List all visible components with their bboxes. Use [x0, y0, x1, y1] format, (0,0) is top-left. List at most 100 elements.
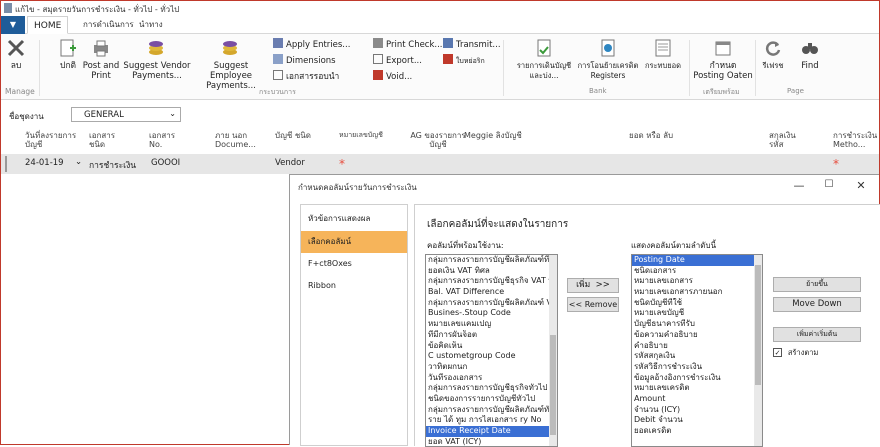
available-column-item[interactable]: ราย ได้ ทูม การไสเอกสาร ry No [426, 415, 557, 426]
shown-column-item[interactable]: Debit จำนวน [632, 415, 762, 426]
move-down-button[interactable]: Move Down [773, 297, 861, 312]
export-button[interactable]: Export... [373, 54, 422, 66]
bank-recon-button[interactable]: รายการเดินบัญชีและบ่ง... [513, 38, 575, 81]
shown-column-item[interactable]: ข้อมูลอ้างอิงการชำระเงิน [632, 373, 762, 384]
shown-list[interactable]: Posting Date ชนิดเอกสาร หมายเลขเอกสาร หมายเ… [631, 254, 763, 447]
available-column-item[interactable]: Bal. VAT Difference [426, 287, 557, 298]
available-column-item[interactable]: กลุ่มการลงรายการบัญชีผลิตภัณฑ์ที่ปรับปรุ… [426, 255, 557, 266]
available-column-item[interactable]: วันที่รองเอกสาร [426, 373, 557, 384]
dimensions-button[interactable]: Dimensions [273, 54, 336, 66]
available-column-item[interactable]: ยอดเงิน VAT ทิศล [426, 266, 557, 277]
cell-doc-type[interactable]: การชำระเงิน [89, 158, 136, 172]
col-amount[interactable]: ยอด หรือ ลับ [629, 131, 699, 140]
bank-statement-button[interactable]: กระทบยอด [641, 38, 685, 71]
checkbox-checked[interactable]: ✓ [773, 348, 782, 357]
cell-doc-no[interactable]: GOOOI [151, 158, 180, 168]
available-column-item[interactable]: ยอด VAT (ICY) [426, 437, 557, 446]
tab-navigate[interactable]: นำทาง [133, 16, 169, 34]
tab-actions[interactable]: การดำเนินการ [77, 16, 140, 34]
incoming-docs-button[interactable]: เอกสารรอบนำ [273, 70, 339, 82]
batch-select[interactable]: GENERAL ⌄ [71, 107, 181, 122]
shown-column-item[interactable]: ชนิดบัญชีที่ใช้ [632, 298, 762, 309]
shown-column-item[interactable]: หมายเลขเอกสารภายนอก [632, 287, 762, 298]
create-checkbox-row[interactable]: ✓ สร้างตาม [773, 347, 818, 359]
cell-date[interactable]: 24-01-19 [25, 158, 64, 168]
available-column-item[interactable]: ที่มีการผันจ็อต [426, 330, 557, 341]
tab-home[interactable]: HOME [27, 16, 69, 34]
chevron-down-icon[interactable]: ⌄ [75, 157, 82, 167]
transmit-button[interactable]: Transmit... [443, 38, 501, 50]
suggest-employee-button[interactable]: Suggest Employee Payments... [193, 38, 269, 91]
posting-date-button[interactable]: กำหนด Posting Oaten [693, 38, 753, 81]
void-button[interactable]: Void... [373, 70, 412, 82]
move-up-button[interactable]: ย้ายขึ้น [773, 277, 861, 292]
col-posting-date[interactable]: วันที่ลงรายการบัญชี [25, 131, 85, 149]
add-default-button[interactable]: เพิ่มค่าเริ่มต้น [773, 327, 861, 342]
col-doc-no[interactable]: เอกสาร No. [149, 131, 189, 149]
suggest-vendor-button[interactable]: Suggest Vendor Payments... [123, 38, 191, 81]
shown-column-item[interactable]: หมายเลขเอกสาร [632, 276, 762, 287]
shown-column-item[interactable]: ข้อความคำอธิบาย [632, 330, 762, 341]
checkbox-label: สร้างตาม [787, 348, 819, 357]
col-currency[interactable]: สกุลเงิน รหัส [769, 131, 809, 149]
table-row[interactable]: 24-01-19 ⌄ การชำระเงิน GOOOI Vendor * * [1, 154, 879, 174]
transmit-sub-button[interactable]: ใบหย่อริก [443, 54, 485, 66]
find-button[interactable]: Find [795, 38, 825, 71]
delete-button[interactable]: ลบ [5, 38, 27, 71]
col-payment-method[interactable]: การชำระเงิน Metho... [833, 131, 879, 149]
available-list[interactable]: กลุ่มการลงรายการบัญชีผลิตภัณฑ์ที่ปรับปรุ… [425, 254, 558, 447]
available-column-item[interactable]: กลุ่มการลงรายการบัญชีผลิตภัณฑ์ทั่วไป [426, 405, 557, 416]
shown-column-item[interactable]: ยอดเครดิต [632, 426, 762, 437]
col-ext-doc[interactable]: ภาย นอก Docume... [215, 131, 261, 149]
post-button[interactable]: ปกติ [53, 38, 83, 71]
available-column-item[interactable]: ชนิดของการรายการบัญชีทั่วไป [426, 394, 557, 405]
refresh-button[interactable]: รีเฟรช [759, 38, 787, 71]
col-doc-type[interactable]: เอกสาร ชนิด [89, 131, 129, 149]
remove-button[interactable]: << Remove [567, 297, 619, 312]
shown-column-item[interactable]: รหัสสกุลเงิน [632, 351, 762, 362]
incoming-docs-label: เอกสารรอบนำ [286, 72, 340, 82]
nav-display[interactable]: หัวข้อการแสดงผล [301, 208, 407, 230]
delete-label: ลบ [10, 61, 22, 71]
shown-column-item[interactable]: Amount [632, 394, 762, 405]
bank-registers-button[interactable]: การโอนย้ายเครดิต Registers [577, 38, 639, 81]
available-column-item[interactable]: กลุ่มการลงรายการบัญชีธุรกิจ VAT ที่ปรับป… [426, 276, 557, 287]
export-label: Export... [386, 56, 422, 66]
cell-acct-type[interactable]: Vendor [275, 158, 305, 168]
scrollbar[interactable] [754, 255, 762, 446]
add-button[interactable]: เพิ่ม >> [567, 278, 619, 293]
nav-factboxes[interactable]: F+ct8Oxes [301, 253, 407, 275]
available-column-item[interactable]: Invoice Receipt Date [426, 426, 557, 437]
shown-column-item[interactable]: หมายเลขเครดิต [632, 383, 762, 394]
apply-entries-button[interactable]: Apply Entries... [273, 38, 350, 50]
print-check-button[interactable]: Print Check... [373, 38, 443, 50]
minimize-icon[interactable]: — [792, 179, 806, 192]
col-acct-no[interactable]: หมายเลขบัญชี [339, 131, 399, 140]
nav-ribbon[interactable]: Ribbon [301, 275, 407, 297]
scrollbar[interactable] [549, 255, 557, 446]
available-column-item[interactable]: ข้อคิดเห็น [426, 341, 557, 352]
available-column-item[interactable]: C ustometgroup Code [426, 351, 557, 362]
close-icon[interactable]: ✕ [854, 179, 868, 192]
shown-column-item[interactable]: หมายเลขบัญชี [632, 308, 762, 319]
file-menu-button[interactable]: ▼ [1, 16, 25, 34]
col-ag[interactable]: AG ของรายการบัญชี [403, 131, 473, 149]
shown-column-item[interactable]: จำนวน (ICY) [632, 405, 762, 416]
available-column-item[interactable]: หมายเลขแคมเปญ [426, 319, 557, 330]
shown-column-item[interactable]: บัญชีธนาคารที่รับ [632, 319, 762, 330]
col-meggie[interactable]: Meggie ลิงบัญชี [464, 131, 544, 140]
shown-column-item[interactable]: ชนิดเอกสาร [632, 266, 762, 277]
post-print-button[interactable]: Post and Print [81, 38, 121, 81]
dialog-nav: หัวข้อการแสดงผล เลือกคอลัมน์ F+ct8Oxes R… [300, 204, 408, 446]
shown-column-item[interactable]: Posting Date [632, 255, 762, 266]
available-column-item[interactable]: กลุ่มการลงรายการบัญชีผลิตภัณฑ์ VAT ที่ปร… [426, 298, 557, 309]
nav-select-columns[interactable]: เลือกคอลัมน์ [301, 231, 407, 253]
maximize-icon[interactable]: ☐ [822, 179, 836, 190]
available-column-item[interactable]: วาทิตผกนก [426, 362, 557, 373]
group-process: กระบวนการ [259, 88, 296, 96]
col-acct-type[interactable]: บัญชี ชนิด [275, 131, 315, 140]
shown-column-item[interactable]: คำอธิบาย [632, 341, 762, 352]
shown-column-item[interactable]: รหัสวิธีการชำระเงิน [632, 362, 762, 373]
available-column-item[interactable]: Busines-.Stoup Code [426, 308, 557, 319]
available-column-item[interactable]: กลุ่มการลงรายการบัญชีธุรกิจทั่วไป [426, 383, 557, 394]
